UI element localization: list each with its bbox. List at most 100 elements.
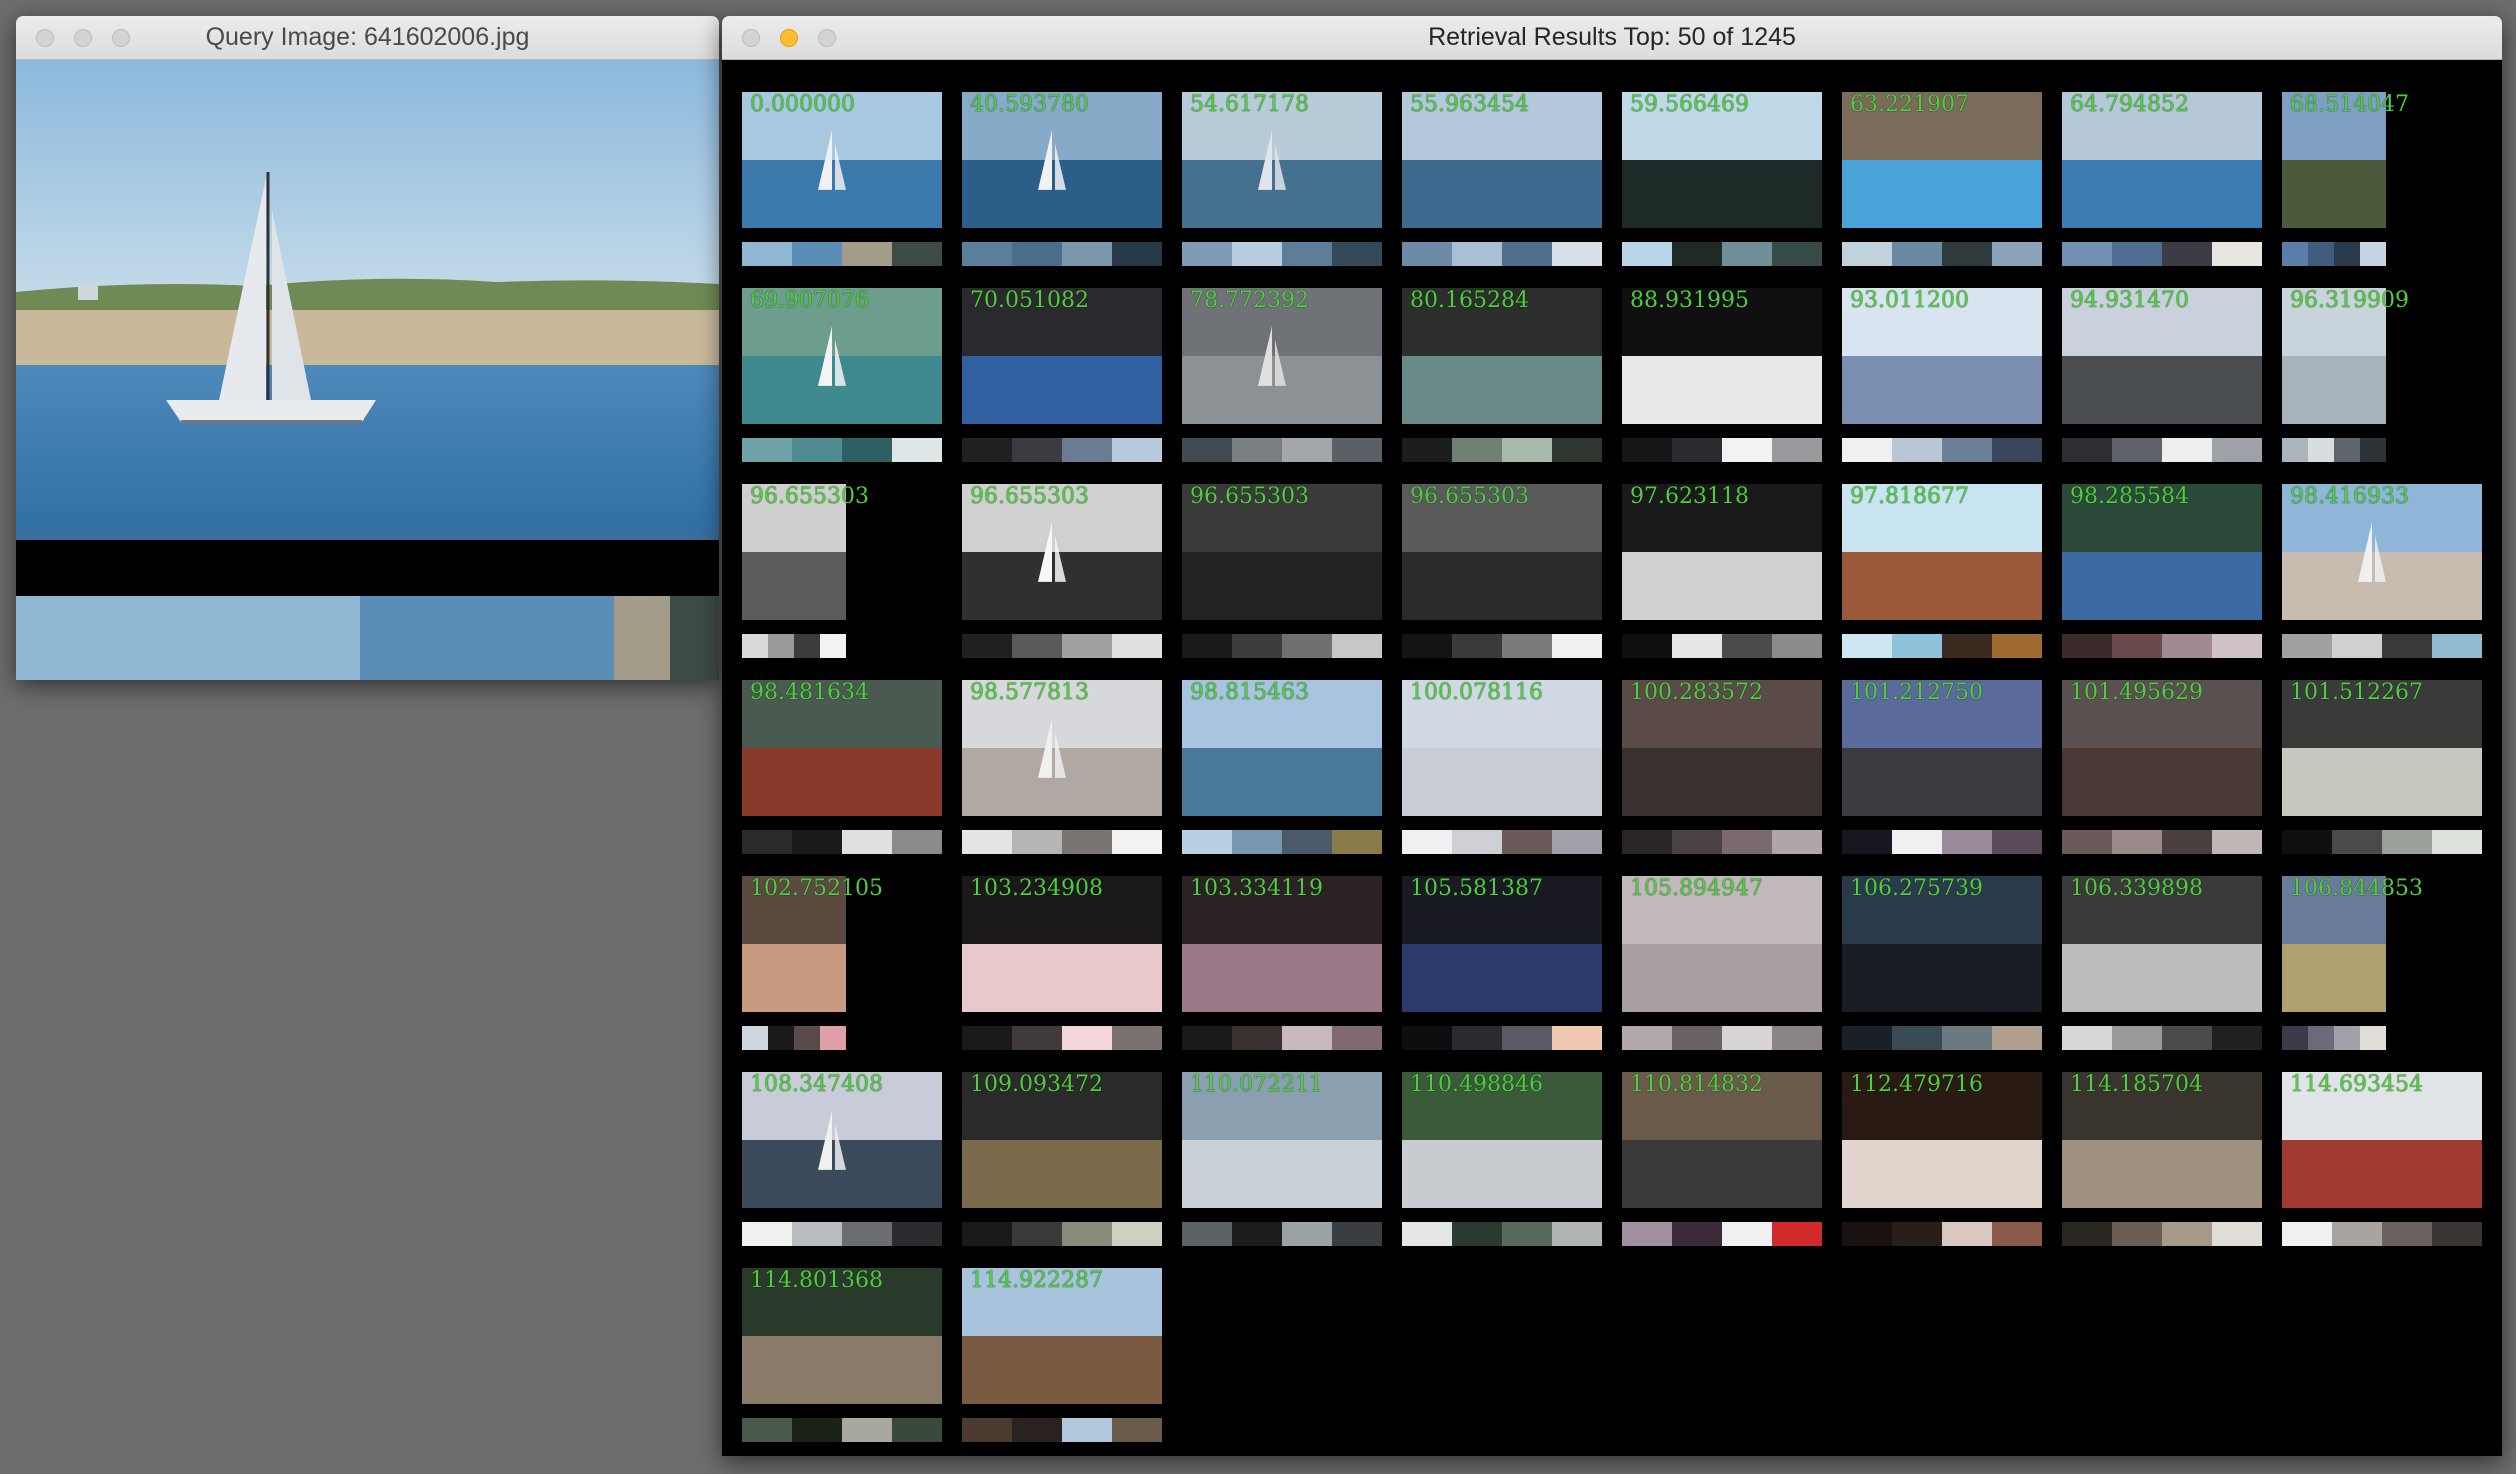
result-score: 96.655303 xyxy=(1190,484,1309,509)
result-score: 69.907076 xyxy=(750,288,869,313)
result-item[interactable]: 98.577813 xyxy=(962,680,1162,862)
result-color-histogram xyxy=(1842,438,2042,462)
result-item[interactable]: 63.221907 xyxy=(1842,92,2042,274)
histogram-swatch xyxy=(1842,1222,1892,1246)
histogram-swatch xyxy=(1452,438,1502,462)
minimize-button[interactable] xyxy=(780,29,798,47)
result-score: 110.814832 xyxy=(1630,1072,1763,1097)
result-score: 88.931995 xyxy=(1630,288,1749,313)
histogram-swatch xyxy=(1672,242,1722,266)
result-item[interactable]: 88.931995 xyxy=(1622,288,1822,470)
result-color-histogram xyxy=(1842,830,2042,854)
query-window-titlebar[interactable]: Query Image: 641602006.jpg xyxy=(16,16,719,60)
zoom-button[interactable] xyxy=(112,29,130,47)
result-score: 112.479716 xyxy=(1850,1072,1983,1097)
result-item[interactable]: 105.894947 xyxy=(1622,876,1822,1058)
close-button[interactable] xyxy=(742,29,760,47)
result-item[interactable]: 112.479716 xyxy=(1842,1072,2042,1254)
histogram-swatch xyxy=(1622,1026,1672,1050)
result-item[interactable]: 109.093472 xyxy=(962,1072,1162,1254)
histogram-swatch xyxy=(1672,634,1722,658)
result-item[interactable]: 98.285584 xyxy=(2062,484,2262,666)
result-item[interactable]: 64.794852 xyxy=(2062,92,2262,274)
histogram-swatch xyxy=(842,438,892,462)
result-item[interactable]: 78.772392 xyxy=(1182,288,1382,470)
result-color-histogram xyxy=(2282,830,2482,854)
result-item[interactable]: 106.844853 xyxy=(2282,876,2423,1058)
result-item[interactable]: 102.752105 xyxy=(742,876,883,1058)
result-item[interactable]: 96.319909 xyxy=(2282,288,2409,470)
zoom-button[interactable] xyxy=(818,29,836,47)
result-item[interactable]: 59.566469 xyxy=(1622,92,1822,274)
result-item[interactable]: 114.801368 xyxy=(742,1268,942,1450)
result-item[interactable]: 98.481634 xyxy=(742,680,942,862)
result-item[interactable]: 106.339898 xyxy=(2062,876,2262,1058)
result-item[interactable]: 97.818677 xyxy=(1842,484,2042,666)
result-color-histogram xyxy=(962,1418,1162,1442)
result-item[interactable]: 108.347408 xyxy=(742,1072,942,1254)
result-item[interactable]: 96.655303 xyxy=(1402,484,1602,666)
histogram-swatch xyxy=(1232,634,1282,658)
histogram-swatch xyxy=(1332,634,1382,658)
result-item[interactable]: 55.963454 xyxy=(1402,92,1602,274)
results-window-titlebar[interactable]: Retrieval Results Top: 50 of 1245 xyxy=(722,16,2502,60)
result-item[interactable]: 103.334119 xyxy=(1182,876,1382,1058)
histogram-swatch xyxy=(1112,1418,1162,1442)
histogram-swatch xyxy=(1402,634,1452,658)
result-item[interactable]: 110.498846 xyxy=(1402,1072,1602,1254)
result-score: 98.577813 xyxy=(970,680,1089,705)
result-item[interactable]: 68.514047 xyxy=(2282,92,2409,274)
histogram-swatch xyxy=(792,830,842,854)
result-item[interactable]: 101.495629 xyxy=(2062,680,2262,862)
result-item[interactable]: 100.078116 xyxy=(1402,680,1602,862)
histogram-swatch xyxy=(1772,242,1822,266)
result-item[interactable]: 0.000000 xyxy=(742,92,942,274)
result-item[interactable]: 94.931470 xyxy=(2062,288,2262,470)
histogram-swatch xyxy=(742,830,792,854)
result-item[interactable]: 70.051082 xyxy=(962,288,1162,470)
result-item[interactable]: 100.283572 xyxy=(1622,680,1822,862)
result-score: 98.481634 xyxy=(750,680,869,705)
histogram-swatch xyxy=(1402,830,1452,854)
result-item[interactable]: 96.655303 xyxy=(742,484,869,666)
result-item[interactable]: 101.212750 xyxy=(1842,680,2042,862)
result-item[interactable]: 98.815463 xyxy=(1182,680,1382,862)
histogram-swatch xyxy=(1452,242,1502,266)
query-image-window: Query Image: 641602006.jpg xyxy=(16,16,719,680)
histogram-swatch xyxy=(892,830,942,854)
result-item[interactable]: 40.593780 xyxy=(962,92,1162,274)
histogram-swatch xyxy=(2112,634,2162,658)
result-item[interactable]: 106.275739 xyxy=(1842,876,2042,1058)
result-item[interactable]: 96.655303 xyxy=(1182,484,1382,666)
result-item[interactable]: 110.814832 xyxy=(1622,1072,1822,1254)
result-item[interactable]: 96.655303 xyxy=(962,484,1162,666)
result-item[interactable]: 114.185704 xyxy=(2062,1072,2262,1254)
result-item[interactable]: 93.011200 xyxy=(1842,288,2042,470)
result-score: 96.655303 xyxy=(750,484,869,509)
result-score: 63.221907 xyxy=(1850,92,1969,117)
histogram-swatch xyxy=(1232,1026,1282,1050)
result-color-histogram xyxy=(1842,1026,2042,1050)
histogram-swatch xyxy=(1942,242,1992,266)
result-item[interactable]: 97.623118 xyxy=(1622,484,1822,666)
result-item[interactable]: 69.907076 xyxy=(742,288,942,470)
close-button[interactable] xyxy=(36,29,54,47)
histogram-swatch xyxy=(1992,830,2042,854)
result-item[interactable]: 98.416933 xyxy=(2282,484,2482,666)
result-item[interactable]: 105.581387 xyxy=(1402,876,1602,1058)
result-item[interactable]: 80.165284 xyxy=(1402,288,1602,470)
result-item[interactable]: 101.512267 xyxy=(2282,680,2482,862)
minimize-button[interactable] xyxy=(74,29,92,47)
histogram-swatch xyxy=(2112,242,2162,266)
result-item[interactable]: 114.693454 xyxy=(2282,1072,2482,1254)
query-histogram-swatch xyxy=(613,596,670,680)
histogram-swatch xyxy=(962,830,1012,854)
result-item[interactable]: 54.617178 xyxy=(1182,92,1382,274)
result-item[interactable]: 103.234908 xyxy=(962,876,1162,1058)
histogram-swatch xyxy=(2162,634,2212,658)
histogram-swatch xyxy=(1452,1026,1502,1050)
histogram-swatch xyxy=(2382,830,2432,854)
result-item[interactable]: 110.072211 xyxy=(1182,1072,1382,1254)
result-color-histogram xyxy=(1402,242,1602,266)
result-item[interactable]: 114.922287 xyxy=(962,1268,1162,1450)
